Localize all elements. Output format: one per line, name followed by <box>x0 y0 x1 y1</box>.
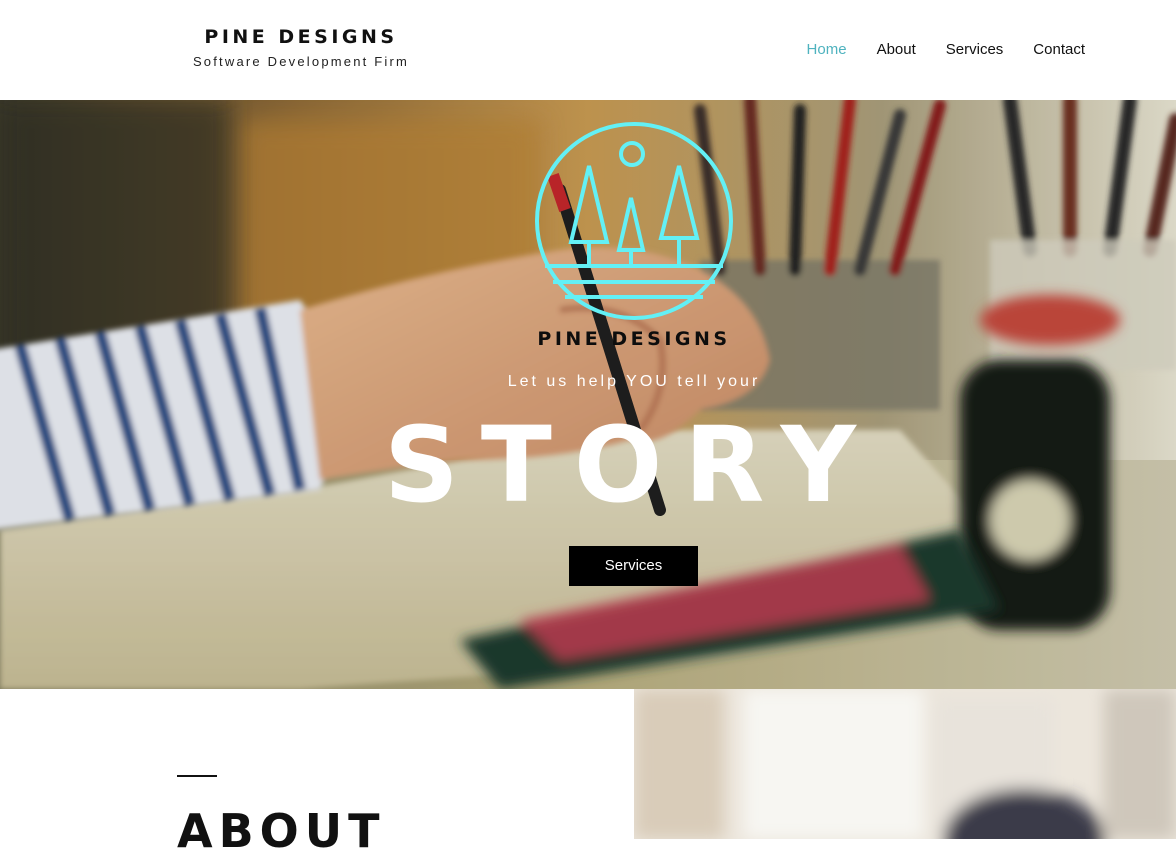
hero-section: PINE DESIGNS Let us help YOU tell your S… <box>0 100 1176 689</box>
nav-item-services[interactable]: Services <box>931 38 1019 62</box>
hero-title: STORY <box>384 404 878 526</box>
nav-item-contact[interactable]: Contact <box>1018 38 1100 62</box>
brand[interactable]: PINE DESIGNS Software Development Firm <box>170 24 432 74</box>
nav-item-about[interactable]: About <box>862 38 931 62</box>
hero-subtitle: Let us help YOU tell your <box>507 373 761 390</box>
brand-tagline: Software Development Firm <box>192 54 410 69</box>
services-button[interactable]: Services <box>569 546 698 586</box>
about-section: ABOUT <box>0 689 634 858</box>
about-divider <box>177 775 217 777</box>
site-header: PINE DESIGNS Software Development Firm H… <box>0 0 1176 100</box>
about-photo <box>634 689 1176 839</box>
nav-item-home[interactable]: Home <box>792 38 862 62</box>
hero-brand-name: PINE DESIGNS <box>537 328 731 350</box>
brand-name[interactable]: PINE DESIGNS <box>170 24 432 50</box>
about-photo-image <box>634 689 1176 839</box>
pine-trees-logo-icon <box>535 122 733 320</box>
about-title: ABOUT <box>177 804 386 858</box>
main-nav: Home About Services Contact <box>792 38 1100 62</box>
